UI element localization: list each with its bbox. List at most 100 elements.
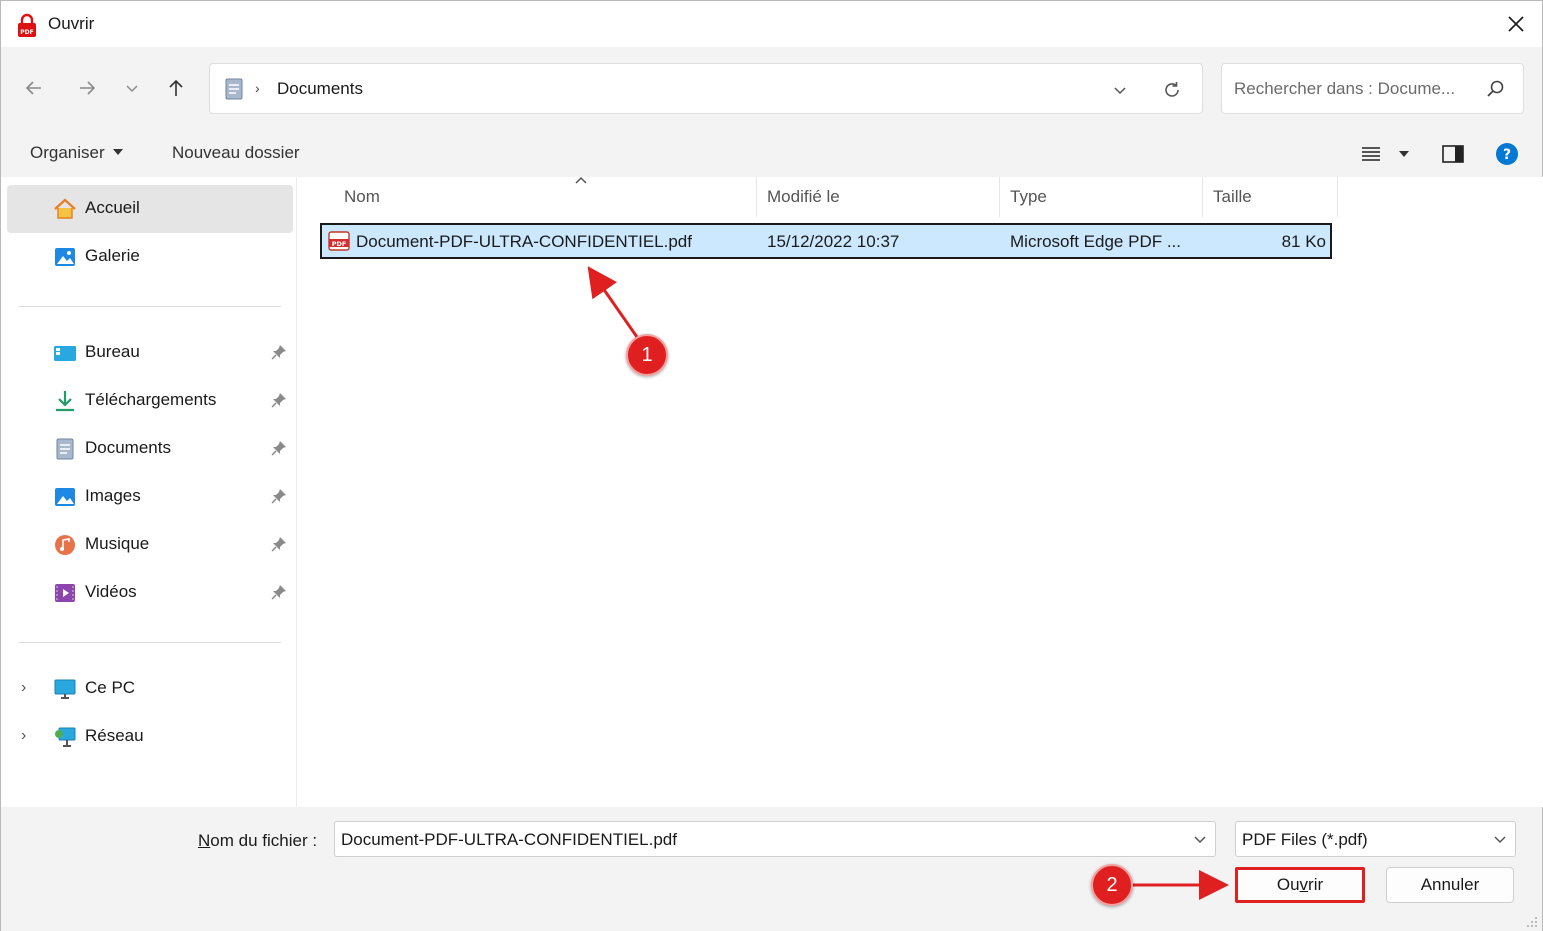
sidebar-item-documents[interactable]: Documents <box>7 425 293 473</box>
up-button[interactable] <box>164 76 188 100</box>
pin-icon[interactable] <box>271 488 287 504</box>
chevron-down-icon[interactable] <box>1193 832 1207 846</box>
file-type: Microsoft Edge PDF ... <box>1010 232 1181 251</box>
breadcrumb-separator: › <box>255 80 260 96</box>
back-button[interactable] <box>22 76 46 100</box>
view-options-button[interactable] <box>1358 142 1384 166</box>
documents-icon <box>56 438 74 460</box>
sidebar-divider <box>19 642 281 643</box>
chevron-right-icon[interactable]: › <box>21 679 26 697</box>
desktop-folder-icon <box>54 346 76 361</box>
sidebar-item-home[interactable]: Accueil <box>7 185 293 233</box>
help-icon: ? <box>1496 143 1518 165</box>
pin-icon[interactable] <box>271 344 287 360</box>
navigation-bar: › Documents <box>1 47 1542 131</box>
sidebar-item-pictures[interactable]: Images <box>7 473 293 521</box>
address-dropdown-button[interactable] <box>1108 79 1132 101</box>
arrow-right-icon <box>80 81 96 95</box>
sidebar-divider <box>19 306 281 307</box>
gallery-icon <box>55 248 75 266</box>
chevron-down-icon <box>1494 836 1506 844</box>
sidebar-item-network[interactable]: › Réseau <box>7 713 293 761</box>
videos-icon <box>55 584 75 602</box>
search-input[interactable] <box>1234 77 1474 101</box>
sidebar-item-videos[interactable]: Vidéos <box>7 569 293 617</box>
chevron-right-icon[interactable]: › <box>21 727 26 745</box>
column-header-type[interactable]: Type <box>1000 177 1203 217</box>
home-icon <box>54 198 76 219</box>
open-label-accel: v <box>1299 875 1309 894</box>
breadcrumb-documents[interactable]: Documents <box>277 79 363 99</box>
recent-locations-button[interactable] <box>120 76 144 100</box>
pin-icon[interactable] <box>271 536 287 552</box>
file-list: Nom Modifié le Type Taille PDF Document-… <box>298 176 1543 807</box>
svg-text:PDF: PDF <box>332 240 347 248</box>
sidebar-item-desktop[interactable]: Bureau <box>7 329 293 377</box>
sidebar-item-label: Téléchargements <box>85 390 217 409</box>
pin-icon[interactable] <box>271 584 287 600</box>
resize-grip-icon[interactable] <box>1524 914 1538 928</box>
title-bar: PDF Ouvrir <box>1 1 1542 47</box>
sort-ascending-icon <box>575 176 587 184</box>
cancel-button[interactable]: Annuler <box>1386 867 1514 903</box>
file-modified: 15/12/2022 10:37 <box>767 232 900 251</box>
navigation-pane: Accueil Galerie Bureau Téléchargements D… <box>1 177 297 807</box>
column-header-modified[interactable]: Modifié le <box>757 177 1000 217</box>
pictures-icon <box>55 488 75 506</box>
sidebar-item-downloads[interactable]: Téléchargements <box>7 377 293 425</box>
search-box[interactable] <box>1221 63 1524 114</box>
pdf-file-icon: PDF <box>328 231 350 251</box>
open-label-end: rir <box>1308 875 1324 894</box>
svg-text:?: ? <box>1503 147 1511 163</box>
organize-label: Organiser <box>30 143 105 162</box>
sidebar-item-music[interactable]: Musique <box>7 521 293 569</box>
sidebar-item-label: Réseau <box>85 726 144 745</box>
column-header-size[interactable]: Taille <box>1203 177 1338 217</box>
window-title: Ouvrir <box>48 14 95 33</box>
file-type-select[interactable]: PDF Files (*.pdf) <box>1235 821 1516 857</box>
forward-button[interactable] <box>75 76 99 100</box>
refresh-button[interactable] <box>1160 78 1184 102</box>
new-folder-button[interactable]: Nouveau dossier <box>172 143 300 163</box>
sidebar-item-this-pc[interactable]: › Ce PC <box>7 665 293 713</box>
file-row[interactable]: PDF Document-PDF-ULTRA-CONFIDENTIEL.pdf … <box>320 223 1332 259</box>
sidebar-item-gallery[interactable]: Galerie <box>7 233 293 281</box>
arrow-up-icon <box>169 79 183 96</box>
filename-label-accel: N <box>198 831 211 850</box>
chevron-down-icon <box>126 85 138 93</box>
network-icon <box>55 727 76 747</box>
file-name: Document-PDF-ULTRA-CONFIDENTIEL.pdf <box>356 232 692 251</box>
dialog-footer: Nom du fichier : PDF Files (*.pdf) Ouvri… <box>1 807 1542 931</box>
search-icon <box>1487 80 1504 97</box>
column-header-label: Modifié le <box>767 187 840 206</box>
help-button[interactable]: ? <box>1494 142 1520 166</box>
close-button[interactable] <box>1490 1 1542 47</box>
music-icon <box>55 535 75 555</box>
refresh-icon <box>1165 82 1179 97</box>
pin-icon[interactable] <box>271 392 287 408</box>
column-header-name[interactable]: Nom <box>334 176 757 217</box>
column-header-label: Taille <box>1213 187 1252 206</box>
sidebar-item-label: Ce PC <box>85 678 136 697</box>
step-badge-2: 2 <box>1091 864 1133 906</box>
caret-down-icon <box>112 149 123 155</box>
filename-label: Nom du fichier : <box>198 831 317 851</box>
filename-input[interactable] <box>341 829 1181 851</box>
sidebar-item-label: Documents <box>85 438 171 457</box>
command-bar: Organiser Nouveau dossier ? <box>1 131 1542 177</box>
pin-icon[interactable] <box>271 440 287 456</box>
file-size: 81 Ko <box>1281 232 1326 251</box>
documents-icon <box>225 78 243 100</box>
view-dropdown-button[interactable] <box>1391 142 1417 166</box>
address-bar[interactable]: › Documents <box>209 63 1203 114</box>
preview-pane-button[interactable] <box>1440 142 1466 166</box>
svg-text:PDF: PDF <box>20 29 33 36</box>
filename-combobox[interactable] <box>334 821 1216 857</box>
open-button[interactable]: Ou v rir <box>1235 867 1365 903</box>
chevron-down-icon <box>1114 87 1126 95</box>
step-badge-1: 1 <box>626 334 668 376</box>
open-file-dialog: PDF Ouvrir › Documents Rechercher dans:… <box>0 0 1543 931</box>
column-header-label: Type <box>1010 187 1047 206</box>
organize-menu[interactable]: Organiser <box>30 143 123 163</box>
filename-label-text: om du fichier : <box>210 831 318 850</box>
